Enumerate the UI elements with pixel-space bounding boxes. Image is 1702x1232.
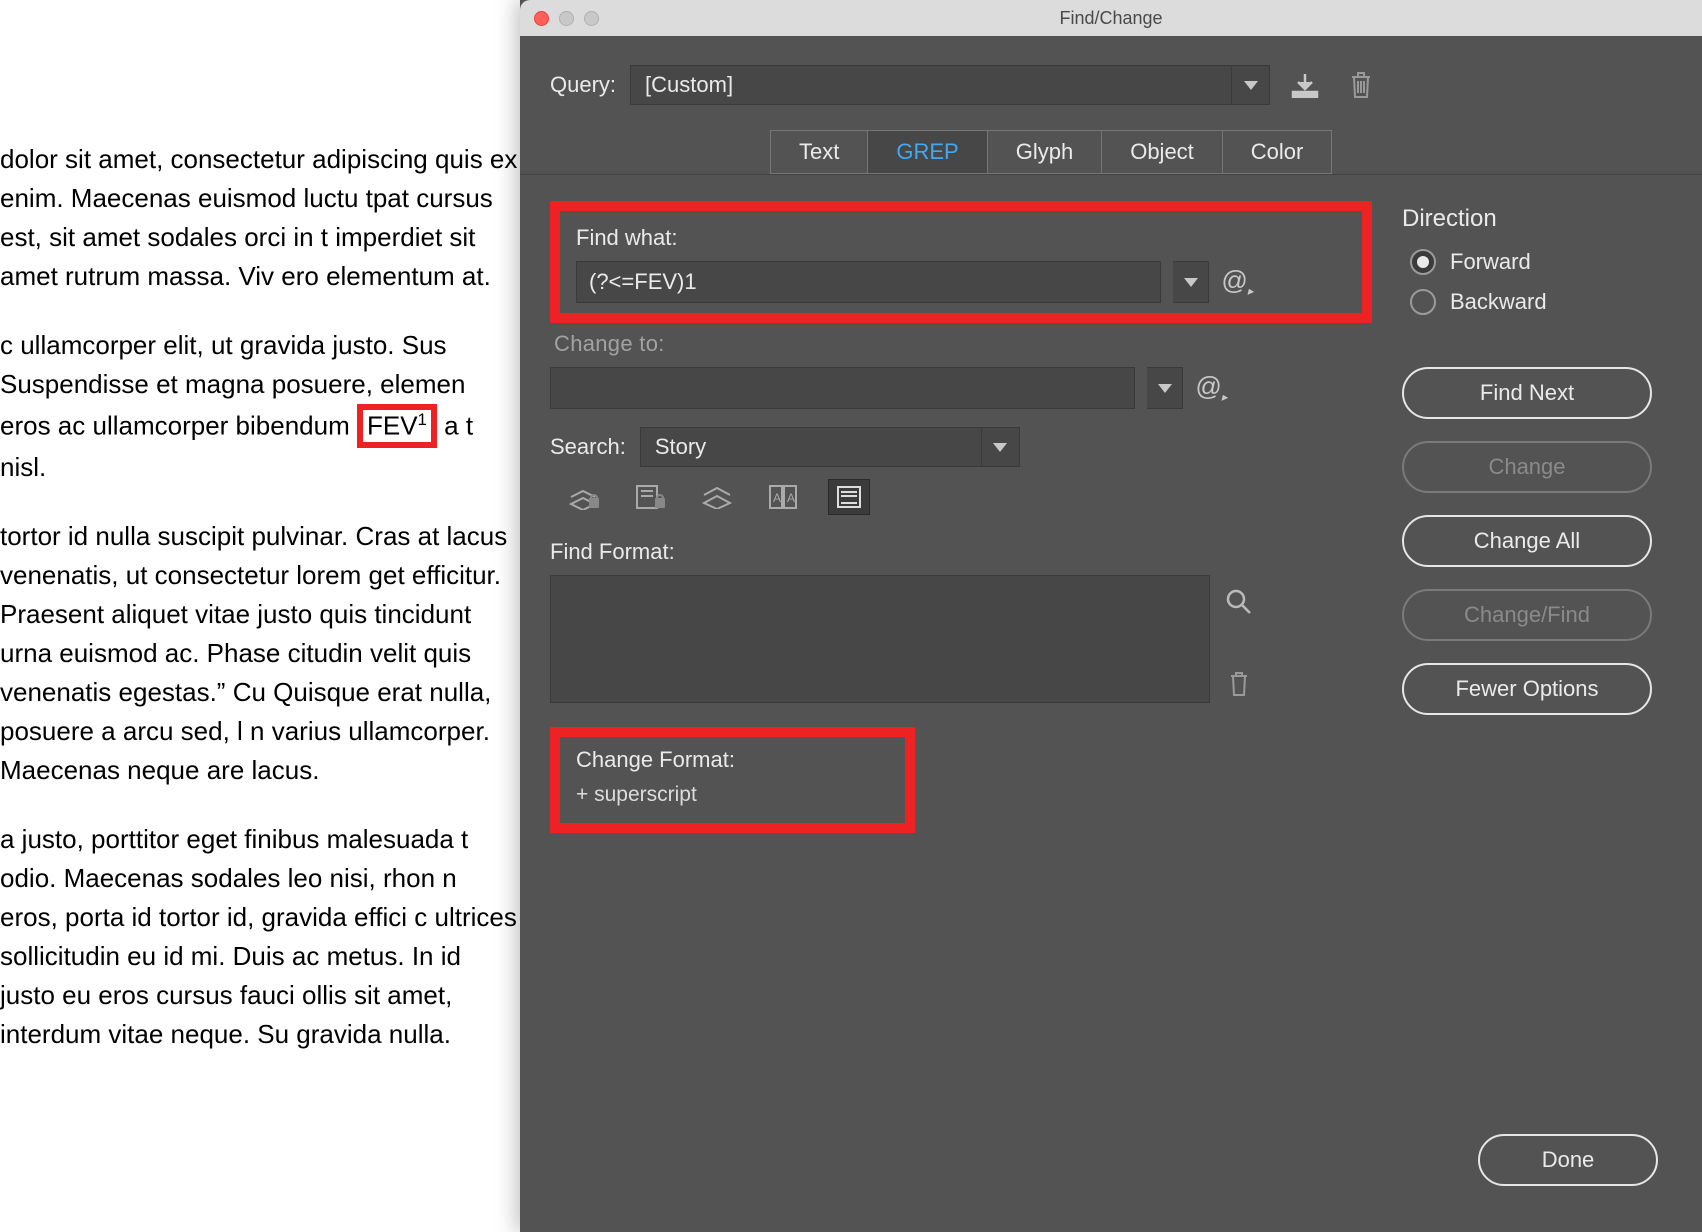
change-button: Change bbox=[1402, 441, 1652, 493]
para-2: c ullamcorper elit, ut gravida justo. Su… bbox=[0, 326, 520, 487]
change-special-chars-button[interactable]: @▸ bbox=[1195, 371, 1227, 404]
direction-backward-label: Backward bbox=[1450, 289, 1547, 315]
find-next-button[interactable]: Find Next bbox=[1402, 367, 1652, 419]
change-to-history[interactable] bbox=[1147, 367, 1183, 409]
find-what-label: Find what: bbox=[576, 225, 1346, 251]
include-locked-layers-toggle[interactable] bbox=[564, 479, 606, 515]
fewer-options-button[interactable]: Fewer Options bbox=[1402, 663, 1652, 715]
save-query-button[interactable] bbox=[1284, 64, 1326, 106]
query-select[interactable]: [Custom] bbox=[630, 65, 1270, 105]
query-row: Query: [Custom] bbox=[550, 64, 1672, 106]
change-find-button: Change/Find bbox=[1402, 589, 1652, 641]
include-hidden-layers-toggle[interactable] bbox=[696, 479, 738, 515]
tab-grep[interactable]: GREP bbox=[868, 131, 987, 173]
search-scope-label: Search: bbox=[550, 434, 626, 460]
search-options-row: AA bbox=[550, 479, 1372, 515]
include-locked-stories-toggle[interactable] bbox=[630, 479, 672, 515]
search-scope-value: Story bbox=[655, 434, 706, 460]
find-what-highlight: Find what: (?<=FEV)1 @▸ bbox=[550, 201, 1372, 323]
fev-highlight: FEV1 bbox=[357, 404, 437, 448]
minimize-window-icon bbox=[559, 11, 574, 26]
tab-color[interactable]: Color bbox=[1223, 131, 1332, 173]
change-to-input[interactable] bbox=[550, 367, 1135, 409]
find-change-dialog: Find/Change Query: [Custom] Text GREP Gl… bbox=[520, 0, 1702, 1232]
delete-query-button[interactable] bbox=[1340, 64, 1382, 106]
window-title: Find/Change bbox=[520, 8, 1702, 29]
find-what-history[interactable] bbox=[1173, 261, 1209, 303]
find-format-label: Find Format: bbox=[550, 539, 1372, 565]
query-value: [Custom] bbox=[645, 72, 733, 98]
direction-forward-label: Forward bbox=[1450, 249, 1531, 275]
specify-change-format-button[interactable] bbox=[1223, 752, 1255, 784]
search-scope-select[interactable]: Story bbox=[640, 427, 1020, 467]
change-to-label: Change to: bbox=[554, 331, 1372, 357]
direction-label: Direction bbox=[1402, 205, 1672, 233]
include-master-pages-toggle[interactable]: AA bbox=[762, 479, 804, 515]
chevron-down-icon bbox=[981, 428, 1019, 466]
change-format-value: + superscript bbox=[576, 783, 889, 807]
chevron-down-icon bbox=[1231, 66, 1269, 104]
direction-backward-radio[interactable]: Backward bbox=[1410, 289, 1672, 315]
clear-change-format-button[interactable] bbox=[1223, 834, 1255, 866]
change-all-button[interactable]: Change All bbox=[1402, 515, 1652, 567]
close-window-icon[interactable] bbox=[534, 11, 549, 26]
find-what-value: (?<=FEV)1 bbox=[589, 269, 697, 295]
specify-find-format-button[interactable] bbox=[1223, 586, 1255, 618]
done-button[interactable]: Done bbox=[1478, 1134, 1658, 1186]
window-controls bbox=[520, 11, 599, 26]
find-what-input[interactable]: (?<=FEV)1 bbox=[576, 261, 1161, 303]
para-4: a justo, porttitor eget finibus malesuad… bbox=[0, 820, 520, 1054]
clear-find-format-button[interactable] bbox=[1223, 668, 1255, 700]
find-special-chars-button[interactable]: @▸ bbox=[1221, 265, 1253, 298]
para-1: dolor sit amet, consectetur adipiscing q… bbox=[0, 140, 520, 296]
svg-text:A: A bbox=[787, 491, 795, 505]
change-format-label: Change Format: bbox=[576, 747, 889, 773]
titlebar[interactable]: Find/Change bbox=[520, 0, 1702, 36]
zoom-window-icon bbox=[584, 11, 599, 26]
direction-forward-radio[interactable]: Forward bbox=[1410, 249, 1672, 275]
change-format-highlight: Change Format: + superscript bbox=[550, 727, 915, 833]
tab-glyph[interactable]: Glyph bbox=[988, 131, 1102, 173]
tab-object[interactable]: Object bbox=[1102, 131, 1223, 173]
document-canvas: dolor sit amet, consectetur adipiscing q… bbox=[0, 40, 520, 1084]
fev-text: FEV bbox=[367, 411, 418, 441]
include-footnotes-toggle[interactable] bbox=[828, 479, 870, 515]
tab-text[interactable]: Text bbox=[771, 131, 868, 173]
svg-text:A: A bbox=[773, 491, 781, 505]
para-3: tortor id nulla suscipit pulvinar. Cras … bbox=[0, 517, 520, 790]
query-label: Query: bbox=[550, 72, 616, 98]
search-mode-tabs: Text GREP Glyph Object Color bbox=[520, 130, 1702, 175]
fev-superscript: 1 bbox=[418, 410, 427, 429]
find-format-box[interactable] bbox=[550, 575, 1210, 703]
